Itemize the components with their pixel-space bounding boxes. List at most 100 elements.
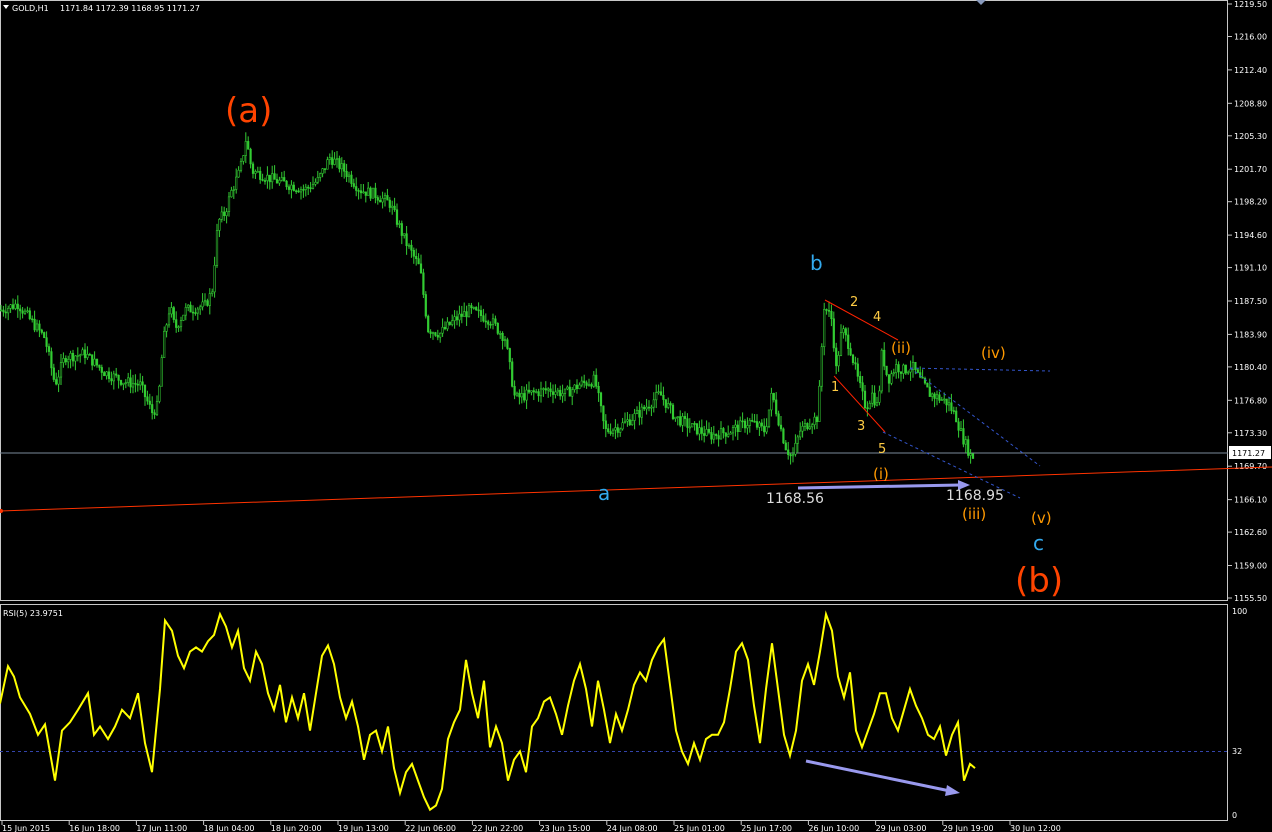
candle-body [542,388,545,390]
candle-body [443,326,447,330]
candle-body [623,420,627,424]
candle-body [575,384,579,390]
candle-body [568,386,571,397]
candle-body [424,294,427,317]
candle-body [943,398,946,401]
price-tick-label: 1162.60 [1234,528,1267,537]
candle-body [755,421,759,428]
wave-label-v: (v) [1031,509,1052,527]
candle-body [184,307,187,316]
candle-body [631,420,634,426]
wave-label-1: 1 [831,380,839,395]
candle-body [335,158,339,160]
candle-body [297,190,300,193]
candle-body [163,330,166,358]
candle-body [388,199,391,208]
candle-body [304,186,307,190]
candle-body [287,186,291,190]
candle-body [739,420,742,433]
wave-label-5: 5 [878,442,886,457]
time-tick-label: 24 Jun 08:00 [607,824,658,832]
candle-body [554,391,557,395]
candle-body [338,158,341,170]
candle-body [398,223,401,225]
candle-body [328,157,331,160]
candle-body [235,176,238,190]
candle-body [146,396,149,402]
candle-body [88,354,91,356]
price-tick-label: 1183.90 [1234,330,1267,339]
candle-body [290,184,293,190]
price-tick-label: 1159.00 [1234,562,1267,571]
candle-body [9,304,12,309]
candle-body [835,347,838,367]
candle-body [830,310,833,320]
candle-body [14,303,17,309]
candle-body [299,189,303,193]
candle-body [883,349,886,367]
candle-body [451,320,454,325]
candle-body [23,310,27,314]
candle-body [268,174,271,183]
candle-body [491,318,495,325]
candle-body [698,427,701,435]
candle-body [499,333,502,335]
candle-body [98,364,101,368]
candle-body [124,382,127,384]
candle-body [921,376,924,379]
candle-body [815,416,819,422]
candle-body [892,372,895,375]
candle-body [379,199,382,203]
candle-body [427,315,430,333]
candle-body [547,388,550,391]
candle-body [763,425,766,433]
candle-body [115,373,118,376]
wave-label-i: (i) [873,465,889,483]
price-tick-label: 1212.40 [1234,66,1267,75]
time-tick-label: 30 Jun 12:00 [1010,824,1061,832]
wave-label-a-big: (a) [225,91,272,131]
chart-canvas: 1219.50 1216.00 1212.40 1208.80 1205.30 1201.… [0,0,1272,832]
candle-body [357,190,360,192]
candle-body [614,427,617,431]
candle-body [391,205,394,208]
candle-body [967,439,970,456]
candle-body [350,174,353,184]
candle-body [386,195,389,201]
candle-body [201,301,204,308]
time-tick-label: 22 Jun 06:00 [405,824,456,832]
candle-body [895,364,898,373]
candle-body [112,373,115,382]
candle-body [856,363,859,377]
candle-body [511,361,514,387]
wave-label-c: c [1033,531,1044,555]
candle-body [760,422,763,427]
candle-body [506,339,509,349]
candle-body [530,390,533,393]
candle-body [791,454,795,457]
candle-body [211,291,214,294]
candle-body [307,186,310,189]
candle-body [417,258,420,265]
candle-body [902,364,905,374]
candle-body [787,449,790,456]
candle-body [782,428,785,444]
candle-body [136,383,139,386]
candle-body [134,382,137,385]
candle-body [206,300,209,306]
candle-body [578,384,581,390]
candle-body [223,211,226,217]
candle-body [179,320,183,328]
candle-body [549,388,552,392]
candle-body [220,211,223,220]
candle-body [448,321,451,325]
candle-body [628,419,631,426]
time-tick-label: 29 Jun 03:00 [876,824,927,832]
candle-body [947,402,951,406]
candle-body [662,394,665,400]
time-tick-label: 23 Jun 15:00 [540,824,591,832]
candle-body [189,304,192,313]
candle-body [587,384,591,386]
candle-body [595,374,598,387]
candle-body [55,379,58,385]
